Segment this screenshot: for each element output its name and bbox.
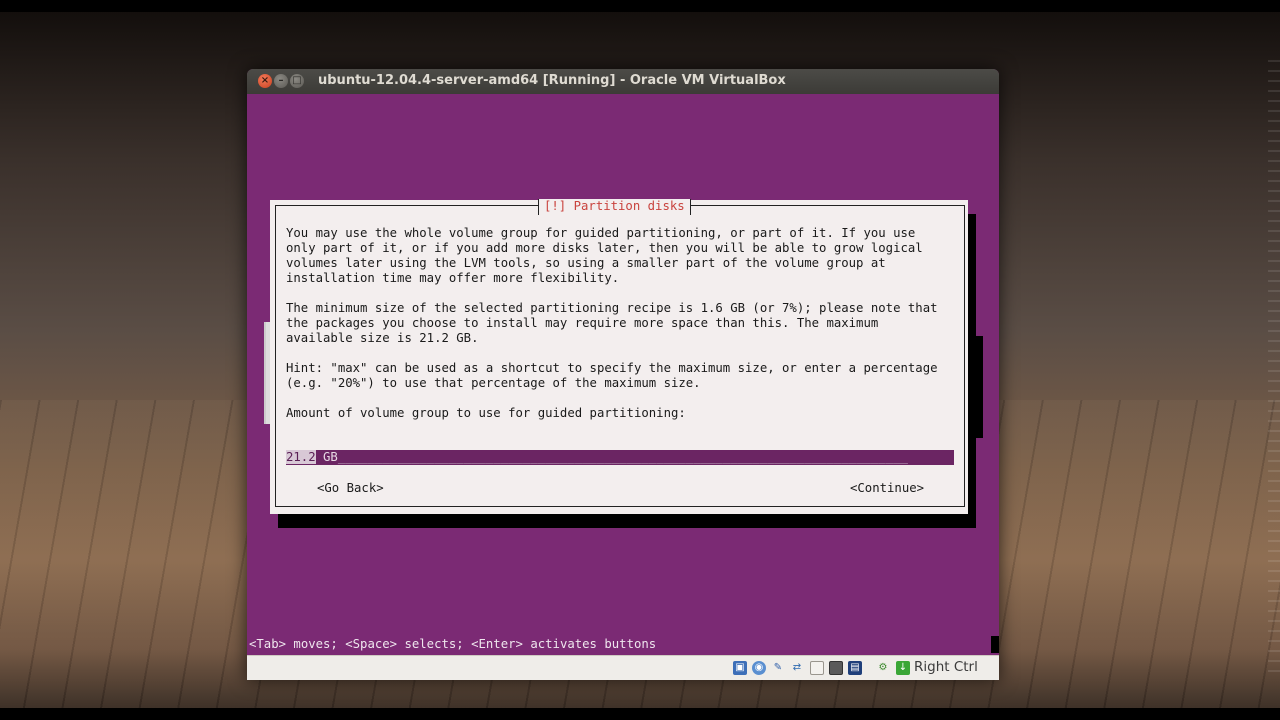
guest-screen[interactable]: [!] Partition disks You may use the whol…: [247, 94, 999, 655]
go-back-button[interactable]: <Go Back>: [317, 481, 384, 496]
dialog-hint: Hint: "max" can be used as a shortcut to…: [286, 361, 938, 390]
partition-disks-dialog: [!] Partition disks You may use the whol…: [275, 199, 965, 507]
input-selected-text: 21.2: [286, 450, 316, 464]
screen-top-border: [0, 0, 1280, 12]
continue-button[interactable]: <Continue>: [850, 481, 924, 496]
virtualization-icon[interactable]: ⚙: [876, 661, 890, 675]
dialog-paragraph-1: You may use the whole volume group for g…: [286, 226, 923, 285]
input-fill: ________________________________________…: [337, 450, 908, 464]
virtualbox-window: × – □ ubuntu-12.04.4-server-amd64 [Runni…: [247, 69, 999, 680]
usb-icon[interactable]: ✎: [771, 661, 785, 675]
host-key-label: Right Ctrl: [914, 659, 978, 675]
dialog-paragraph-2: The minimum size of the selected partiti…: [286, 301, 938, 345]
network-icon[interactable]: ⇄: [790, 661, 804, 675]
display-icon[interactable]: [829, 661, 843, 675]
wallpaper-edge: [1268, 60, 1280, 680]
optical-drive-icon[interactable]: ◉: [752, 661, 766, 675]
shared-folder-icon[interactable]: [810, 661, 824, 675]
video-capture-icon[interactable]: ▤: [848, 661, 862, 675]
close-icon[interactable]: ×: [258, 74, 272, 88]
hard-disk-icon[interactable]: ▣: [733, 661, 747, 675]
window-title: ubuntu-12.04.4-server-amd64 [Running] - …: [318, 73, 786, 88]
volume-amount-input[interactable]: 21.2 GB_________________________________…: [286, 450, 954, 465]
keyboard-help-line: <Tab> moves; <Space> selects; <Enter> ac…: [249, 637, 657, 651]
volume-amount-prompt: Amount of volume group to use for guided…: [286, 406, 686, 420]
mouse-integration-icon[interactable]: ↓: [896, 661, 910, 675]
screen-bottom-border: [0, 708, 1280, 720]
minimize-icon[interactable]: –: [274, 74, 288, 88]
status-bar: ▣ ◉ ✎ ⇄ ▤ ⚙ ↓ Right Ctrl: [247, 655, 999, 680]
window-titlebar[interactable]: × – □ ubuntu-12.04.4-server-amd64 [Runni…: [247, 69, 999, 94]
maximize-icon[interactable]: □: [290, 74, 304, 88]
input-unit: GB: [315, 450, 338, 464]
help-line-edge: [991, 636, 999, 653]
shadow-strip: [975, 336, 983, 438]
dialog-title: [!] Partition disks: [538, 199, 691, 215]
